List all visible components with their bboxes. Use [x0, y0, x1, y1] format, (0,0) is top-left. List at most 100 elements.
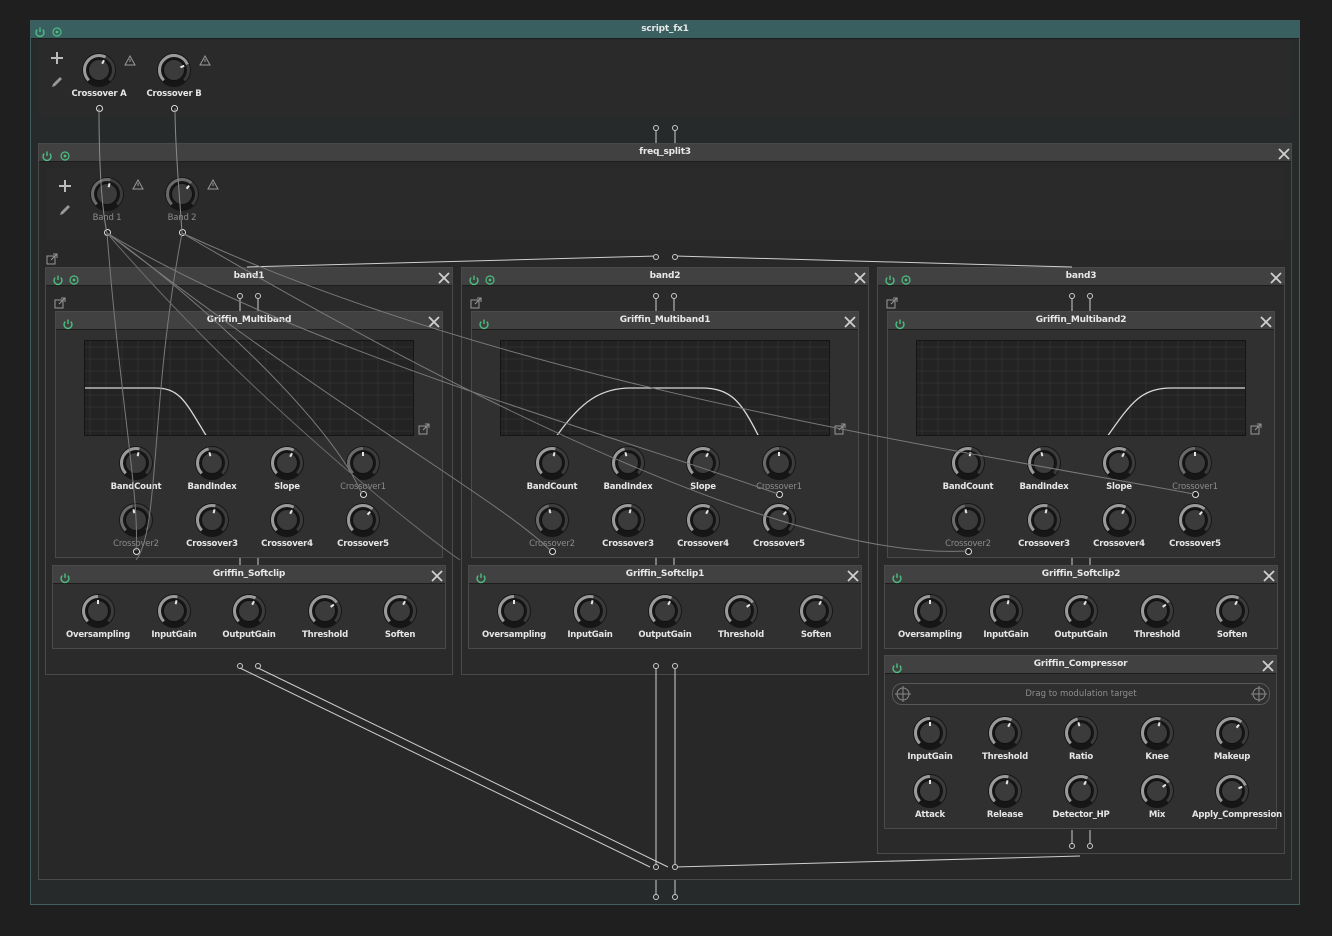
popout-icon[interactable]: [46, 250, 58, 265]
knob-crossover1[interactable]: Crossover1: [739, 445, 819, 492]
filter-response-graph[interactable]: [84, 340, 414, 436]
knob-inputgain[interactable]: InputGain: [550, 593, 630, 640]
popout-icon[interactable]: [1250, 420, 1262, 435]
knob-crossover2[interactable]: Crossover2: [512, 502, 592, 549]
close-icon[interactable]: [430, 568, 444, 582]
popout-icon[interactable]: [886, 294, 898, 309]
popout-icon[interactable]: [470, 294, 482, 309]
knob-mix[interactable]: Mix: [1117, 773, 1197, 820]
knob-inputgain[interactable]: InputGain: [966, 593, 1046, 640]
knob-crossover2[interactable]: Crossover2: [928, 502, 1008, 549]
close-icon[interactable]: [1261, 658, 1275, 672]
power-icon[interactable]: [891, 569, 903, 584]
knob-crossover2[interactable]: Crossover2: [96, 502, 176, 549]
modulation-port[interactable]: [104, 229, 111, 236]
power-icon[interactable]: [62, 315, 74, 330]
close-icon[interactable]: [437, 270, 451, 284]
power-icon[interactable]: [52, 271, 64, 286]
knob-bandindex[interactable]: BandIndex: [1004, 445, 1084, 492]
knob-threshold[interactable]: Threshold: [965, 715, 1045, 762]
close-icon[interactable]: [1277, 146, 1291, 160]
filter-response-graph[interactable]: [500, 340, 830, 436]
knob-crossover5[interactable]: Crossover5: [739, 502, 819, 549]
knob-outputgain[interactable]: OutputGain: [1041, 593, 1121, 640]
knob-threshold[interactable]: Threshold: [701, 593, 781, 640]
modulation-port[interactable]: [96, 105, 103, 112]
knob-bandcount[interactable]: BandCount: [928, 445, 1008, 492]
knob-crossover4[interactable]: Crossover4: [247, 502, 327, 549]
knob-attack[interactable]: Attack: [890, 773, 970, 820]
modulation-port[interactable]: [179, 229, 186, 236]
knob-crossover5[interactable]: Crossover5: [323, 502, 403, 549]
knob-threshold[interactable]: Threshold: [1117, 593, 1197, 640]
modulation-port[interactable]: [360, 491, 367, 498]
modulation-port[interactable]: [171, 105, 178, 112]
knob-makeup[interactable]: Makeup: [1192, 715, 1272, 762]
power-icon[interactable]: [884, 271, 896, 286]
modulation-port[interactable]: [133, 548, 140, 555]
close-icon[interactable]: [427, 314, 441, 328]
knob-slope[interactable]: Slope: [1079, 445, 1159, 492]
power-icon[interactable]: [475, 569, 487, 584]
reload-icon[interactable]: [51, 23, 63, 37]
crosshair-icon[interactable]: [895, 686, 911, 702]
knob-crossover3[interactable]: Crossover3: [172, 502, 252, 549]
knob-oversampling[interactable]: Oversampling: [474, 593, 554, 640]
power-icon[interactable]: [468, 271, 480, 286]
power-icon[interactable]: [59, 569, 71, 584]
modulation-port[interactable]: [965, 548, 972, 555]
knob-ratio[interactable]: Ratio: [1041, 715, 1121, 762]
reload-icon[interactable]: [484, 271, 496, 285]
knob-outputgain[interactable]: OutputGain: [625, 593, 705, 640]
close-icon[interactable]: [843, 314, 857, 328]
knob-crossover3[interactable]: Crossover3: [1004, 502, 1084, 549]
knob-soften[interactable]: Soften: [360, 593, 440, 640]
power-icon[interactable]: [478, 315, 490, 330]
reload-icon[interactable]: [68, 271, 80, 285]
knob-crossover4[interactable]: Crossover4: [1079, 502, 1159, 549]
knob-bandcount[interactable]: BandCount: [512, 445, 592, 492]
reload-icon[interactable]: [900, 271, 912, 285]
popout-icon[interactable]: [834, 420, 846, 435]
knob-threshold[interactable]: Threshold: [285, 593, 365, 640]
close-icon[interactable]: [1259, 314, 1273, 328]
popout-icon[interactable]: [418, 420, 430, 435]
knob-oversampling[interactable]: Oversampling: [890, 593, 970, 640]
close-icon[interactable]: [846, 568, 860, 582]
close-icon[interactable]: [1269, 270, 1283, 284]
modulation-port[interactable]: [776, 491, 783, 498]
knob-outputgain[interactable]: OutputGain: [209, 593, 289, 640]
modulation-port[interactable]: [1192, 491, 1199, 498]
knob-inputgain[interactable]: InputGain: [890, 715, 970, 762]
close-icon[interactable]: [853, 270, 867, 284]
popout-icon[interactable]: [54, 294, 66, 309]
knob-crossover1[interactable]: Crossover1: [1155, 445, 1235, 492]
knob-detector-hp[interactable]: Detector_HP: [1041, 773, 1121, 820]
knob-release[interactable]: Release: [965, 773, 1045, 820]
knob-soften[interactable]: Soften: [1192, 593, 1272, 640]
crosshair-icon[interactable]: [1251, 686, 1267, 702]
power-icon[interactable]: [894, 315, 906, 330]
knob-bandcount[interactable]: BandCount: [96, 445, 176, 492]
knob-apply-compression[interactable]: Apply_Compression: [1192, 773, 1282, 820]
knob-knee[interactable]: Knee: [1117, 715, 1197, 762]
knob-soften[interactable]: Soften: [776, 593, 856, 640]
power-icon[interactable]: [41, 147, 53, 162]
knob-crossover5[interactable]: Crossover5: [1155, 502, 1235, 549]
knob-bandindex[interactable]: BandIndex: [588, 445, 668, 492]
knob-inputgain[interactable]: InputGain: [134, 593, 214, 640]
knob-oversampling[interactable]: Oversampling: [58, 593, 138, 640]
knob-crossover4[interactable]: Crossover4: [663, 502, 743, 549]
knob-crossover1[interactable]: Crossover1: [323, 445, 403, 492]
reload-icon[interactable]: [59, 147, 71, 161]
filter-response-graph[interactable]: [916, 340, 1246, 436]
knob-slope[interactable]: Slope: [247, 445, 327, 492]
power-icon[interactable]: [891, 659, 903, 674]
knob-slope[interactable]: Slope: [663, 445, 743, 492]
close-icon[interactable]: [1262, 568, 1276, 582]
knob-crossover3[interactable]: Crossover3: [588, 502, 668, 549]
knob-bandindex[interactable]: BandIndex: [172, 445, 252, 492]
modulation-port[interactable]: [549, 548, 556, 555]
modulation-drop-zone[interactable]: Drag to modulation target: [892, 683, 1270, 705]
power-icon[interactable]: [34, 23, 46, 38]
